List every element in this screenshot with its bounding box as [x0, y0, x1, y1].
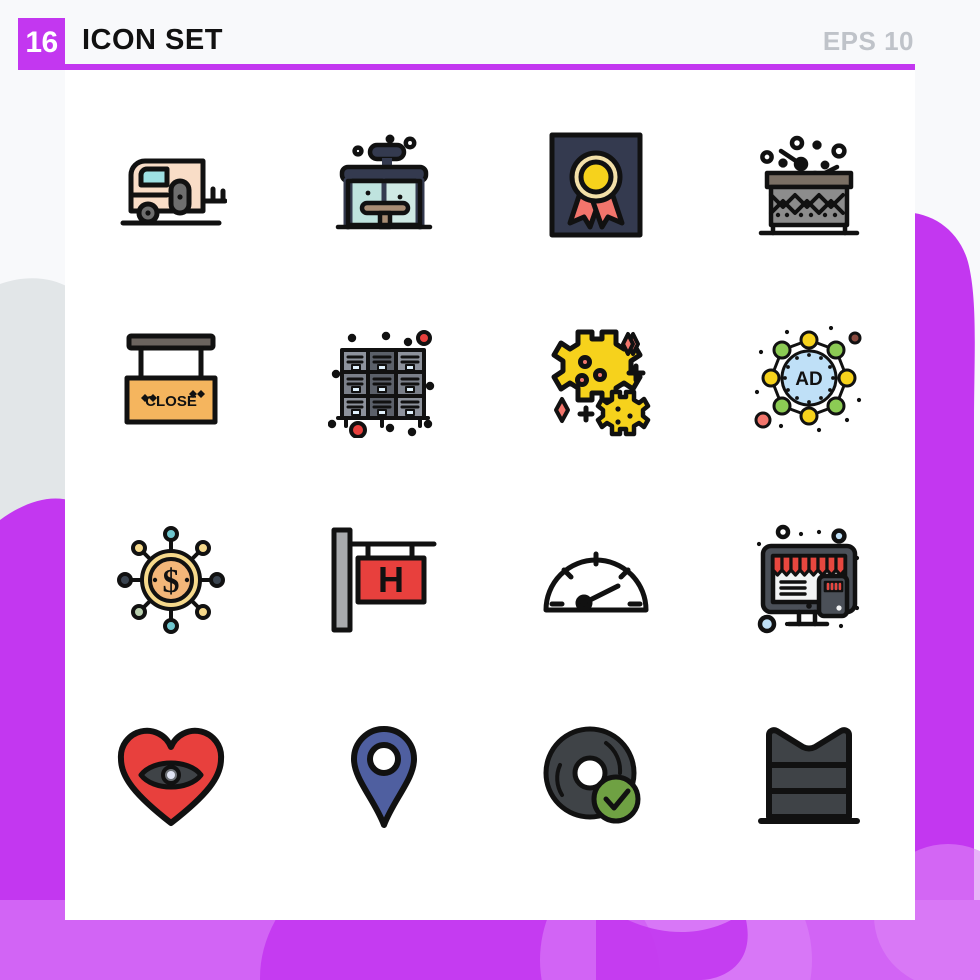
icon-count-badge: 16 [18, 18, 65, 68]
speedometer-icon [543, 551, 649, 613]
icon-cell-bus-shelter[interactable] [278, 86, 491, 284]
icon-set-canvas: 16 ICON SET EPS 10 CLOSE AD $ H [0, 0, 980, 980]
icon-cell-close-sign[interactable]: CLOSE [65, 284, 278, 482]
format-label: EPS 10 [822, 26, 914, 56]
icon-cell-ad-network[interactable]: AD [703, 284, 916, 482]
icon-cell-settings-gears[interactable] [490, 284, 703, 482]
icon-cell-certificate[interactable] [490, 86, 703, 284]
icon-cell-online-shop[interactable] [703, 481, 916, 679]
icon-grid: CLOSE AD $ H [65, 86, 915, 876]
dollar-network-icon: $ [117, 525, 226, 634]
ad-label: AD [795, 369, 822, 390]
certificate-badge-icon [549, 132, 643, 238]
settings-gears-icon [551, 329, 651, 437]
icon-cell-disc-verified[interactable] [490, 679, 703, 877]
icon-cell-dollar-network[interactable]: $ [65, 481, 278, 679]
sheet-header: 16 ICON SET EPS 10 [0, 0, 980, 70]
online-shop-icon [756, 524, 859, 633]
dollar-symbol: $ [163, 563, 180, 600]
icon-cell-caravan[interactable] [65, 86, 278, 284]
caravan-trailer-icon [120, 158, 228, 226]
icon-cell-drum[interactable] [703, 86, 916, 284]
ad-network-icon: AD [754, 326, 862, 433]
heart-eye-icon [118, 728, 225, 827]
page-title: ICON SET [82, 24, 223, 56]
disc-verified-icon [543, 726, 641, 824]
map-pin-icon [350, 726, 417, 829]
icon-cell-server-rack[interactable] [278, 284, 491, 482]
drum-icon [758, 135, 859, 235]
icon-cell-map-pin[interactable] [278, 679, 491, 877]
icon-cell-heart-eye[interactable] [65, 679, 278, 877]
header-divider [18, 64, 915, 70]
hospital-sign-icon: H [331, 527, 437, 633]
icon-cell-stack-block[interactable] [703, 679, 916, 877]
icon-cell-speedometer[interactable] [490, 481, 703, 679]
close-sign-board-icon: CLOSE [124, 333, 218, 425]
hospital-letter: H [378, 559, 404, 600]
stack-block-icon [757, 727, 860, 825]
icon-cell-hospital-sign[interactable]: H [278, 481, 491, 679]
bus-shelter-icon [335, 134, 432, 230]
server-rack-icon [327, 330, 434, 439]
